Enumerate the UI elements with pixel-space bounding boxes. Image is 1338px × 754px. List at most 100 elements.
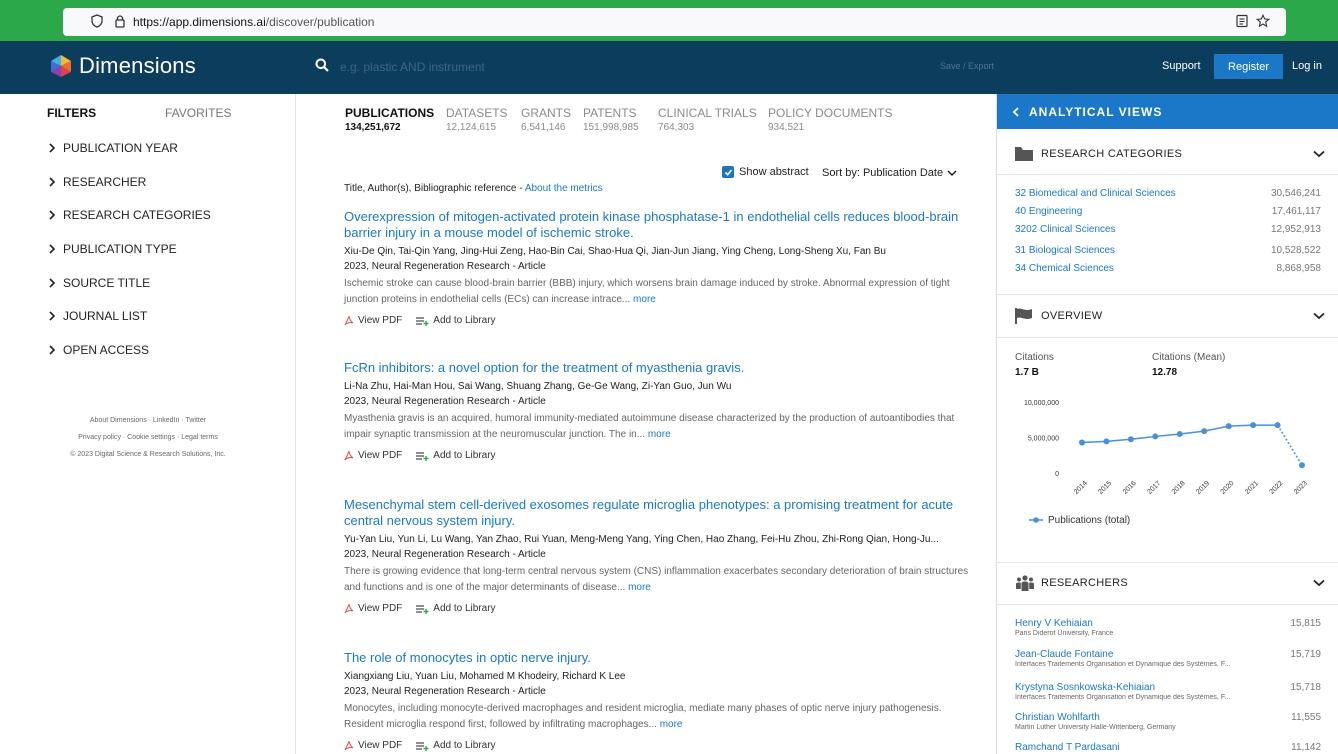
researcher-affiliation: Interfaces Traitements Organisation et D… xyxy=(1015,694,1231,701)
result-actions: View PDF Add to Library xyxy=(344,315,969,326)
support-link[interactable]: Support xyxy=(1162,60,1201,72)
view-pdf-button[interactable]: View PDF xyxy=(344,450,402,461)
add-to-library-button[interactable]: Add to Library xyxy=(416,450,496,461)
view-pdf-button[interactable]: View PDF xyxy=(344,740,402,751)
filter-publication-type[interactable]: PUBLICATION TYPE xyxy=(47,239,177,259)
result-title[interactable]: The role of monocytes in optic nerve inj… xyxy=(344,650,969,666)
add-to-library-label: Add to Library xyxy=(433,315,496,326)
folder-icon xyxy=(1015,147,1033,161)
researcher-item[interactable]: Jean-Claude Fontaine Interfaces Traitemen… xyxy=(1015,649,1321,668)
show-abstract-checkbox[interactable] xyxy=(722,166,734,178)
data-point xyxy=(1079,439,1085,446)
tab-filters[interactable]: FILTERS xyxy=(47,106,96,120)
research-categories-header[interactable]: RESEARCH CATEGORIES xyxy=(997,134,1338,174)
show-abstract-toggle[interactable]: Show abstract xyxy=(722,166,809,178)
filter-publication-year[interactable]: PUBLICATION YEAR xyxy=(47,138,178,158)
x-tick-label: 2019 xyxy=(1195,480,1211,496)
category-count: 12,952,913 xyxy=(1270,224,1321,235)
data-point xyxy=(1127,436,1134,443)
citations-mean-label: Citations (Mean) xyxy=(1152,352,1226,363)
result-title[interactable]: FcRn inhibitors: a novel option for the … xyxy=(344,360,969,376)
more-link[interactable]: more xyxy=(648,429,671,440)
researcher-item[interactable]: Krystyna Sosnkowska-Kehiaian Interfaces T… xyxy=(1015,682,1321,701)
url-text[interactable]: https://app.dimensions.ai/discover/publi… xyxy=(133,15,374,29)
researcher-name[interactable]: Henry V Kehiaian xyxy=(1015,618,1321,629)
footer-line-privacy[interactable]: Privacy policy · Cookie settings · Legal… xyxy=(0,429,296,446)
bookmark-star-icon[interactable] xyxy=(1256,14,1270,28)
x-tick-label: 2023 xyxy=(1293,480,1309,496)
add-to-library-button[interactable]: Add to Library xyxy=(416,315,496,326)
category-row[interactable]: 34 Chemical Sciences 8,868,958 xyxy=(1015,263,1321,274)
tab-publications[interactable]: PUBLICATIONS 134,251,672 xyxy=(345,106,434,133)
result-title[interactable]: Mesenchymal stem cell-derived exosomes r… xyxy=(344,497,969,529)
chevron-right-icon xyxy=(49,244,56,254)
researcher-name[interactable]: Christian Wohlfarth xyxy=(1015,712,1321,723)
shield-icon[interactable] xyxy=(90,14,104,28)
category-row[interactable]: 31 Biological Sciences 10,528,522 xyxy=(1015,245,1321,256)
researcher-count: 15,719 xyxy=(1290,649,1321,660)
filter-label: RESEARCH CATEGORIES xyxy=(63,208,211,222)
search-icon[interactable] xyxy=(315,58,329,72)
result-actions: View PDF Add to Library xyxy=(344,603,969,614)
data-point xyxy=(1103,438,1110,445)
researcher-item[interactable]: Christian Wohlfarth Martin Luther Univers… xyxy=(1015,712,1321,731)
about-metrics-link[interactable]: About the metrics xyxy=(525,183,603,194)
lock-icon[interactable] xyxy=(113,14,127,28)
dimensions-logo[interactable]: Dimensions xyxy=(48,53,196,79)
tab-favorites[interactable]: FAVORITES xyxy=(165,106,231,120)
researcher-item[interactable]: Ramchand T Pardasani 11,142 xyxy=(1015,742,1321,753)
filter-label: JOURNAL LIST xyxy=(63,309,148,323)
tab-policy-documents[interactable]: POLICY DOCUMENTS 934,521 xyxy=(768,106,892,133)
category-row[interactable]: 32 Biomedical and Clinical Sciences 30,54… xyxy=(1015,188,1321,199)
overview-header[interactable]: OVERVIEW xyxy=(997,296,1338,336)
chevron-left-icon[interactable] xyxy=(1011,106,1021,118)
login-link[interactable]: Log in xyxy=(1292,60,1322,72)
tab-label: PUBLICATIONS xyxy=(345,106,435,120)
chevron-down-icon[interactable] xyxy=(1313,312,1325,320)
filter-journal-list[interactable]: JOURNAL LIST xyxy=(47,306,147,326)
add-to-library-button[interactable]: Add to Library xyxy=(416,603,496,614)
result-item: FcRn inhibitors: a novel option for the … xyxy=(344,360,969,461)
save-export-link[interactable]: Save / Export xyxy=(940,61,994,71)
researcher-name[interactable]: Krystyna Sosnkowska-Kehiaian xyxy=(1015,682,1321,693)
more-link[interactable]: more xyxy=(660,719,683,730)
divider xyxy=(997,174,1338,175)
view-pdf-button[interactable]: View PDF xyxy=(344,315,402,326)
footer-line-about[interactable]: About Dimensions · LinkedIn · Twitter xyxy=(0,412,296,429)
url-bar[interactable]: https://app.dimensions.ai/discover/publi… xyxy=(63,8,1286,36)
tab-datasets[interactable]: DATASETS 12,124,615 xyxy=(446,106,508,133)
researcher-item[interactable]: Henry V Kehiaian Paris Diderot University… xyxy=(1015,618,1321,637)
filter-research-categories[interactable]: RESEARCH CATEGORIES xyxy=(47,205,211,225)
reader-view-icon[interactable] xyxy=(1235,14,1249,28)
chevron-down-icon[interactable] xyxy=(1313,579,1325,587)
researcher-name[interactable]: Ramchand T Pardasani xyxy=(1015,742,1321,753)
data-point xyxy=(1201,428,1208,435)
checkmark-icon xyxy=(724,168,732,176)
category-row[interactable]: 3202 Clinical Sciences 12,952,913 xyxy=(1015,224,1321,235)
search-input[interactable] xyxy=(340,55,930,79)
view-pdf-button[interactable]: View PDF xyxy=(344,603,402,614)
result-title[interactable]: Overexpression of mitogen-activated prot… xyxy=(344,209,969,241)
researcher-name[interactable]: Jean-Claude Fontaine xyxy=(1015,649,1321,660)
filter-researcher[interactable]: RESEARCHER xyxy=(47,172,146,192)
tab-clinical-trials[interactable]: CLINICAL TRIALS 764,303 xyxy=(658,106,757,133)
filter-source-title[interactable]: SOURCE TITLE xyxy=(47,273,150,293)
tab-patents[interactable]: PATENTS 151,998,985 xyxy=(583,106,639,133)
legend-label: Publications (total) xyxy=(1048,515,1130,526)
dimensions-logo-icon xyxy=(51,55,71,77)
tab-grants[interactable]: GRANTS 6,541,146 xyxy=(521,106,571,133)
add-to-library-button[interactable]: Add to Library xyxy=(416,740,496,751)
filter-open-access[interactable]: OPEN ACCESS xyxy=(47,340,149,360)
more-link[interactable]: more xyxy=(628,582,651,593)
view-pdf-label: View PDF xyxy=(358,603,403,614)
chevron-down-icon[interactable] xyxy=(1313,150,1325,158)
category-count: 8,868,958 xyxy=(1276,263,1322,274)
researchers-header[interactable]: RESEARCHERS xyxy=(997,563,1338,603)
x-tick-label: 2014 xyxy=(1073,480,1089,496)
analytical-views-header[interactable]: ANALYTICAL VIEWS xyxy=(997,94,1338,129)
sort-by-dropdown[interactable]: Sort by: Publication Date xyxy=(822,167,957,179)
register-button[interactable]: Register xyxy=(1214,54,1283,79)
more-link[interactable]: more xyxy=(633,294,656,305)
filter-label: OPEN ACCESS xyxy=(63,343,150,357)
category-row[interactable]: 40 Engineering 17,461,117 xyxy=(1015,206,1321,217)
